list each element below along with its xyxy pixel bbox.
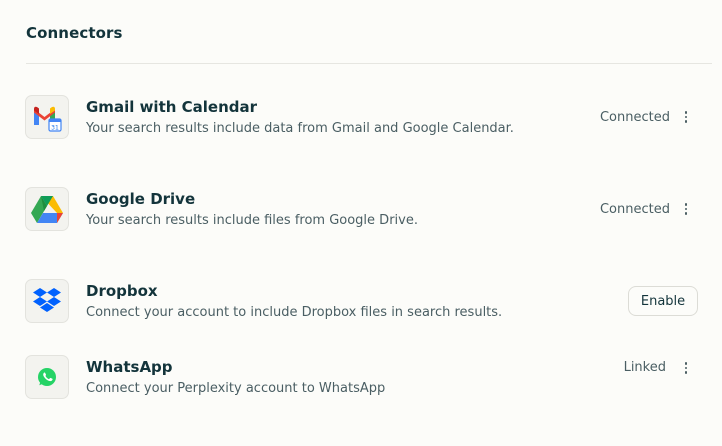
connector-row-gmail: 31 Gmail with Calendar Your search resul… bbox=[25, 95, 698, 155]
status-label: Linked bbox=[623, 360, 666, 375]
connector-row-google-drive: Google Drive Your search results include… bbox=[25, 187, 698, 247]
google-drive-icon bbox=[25, 187, 69, 231]
whatsapp-icon bbox=[25, 355, 69, 399]
connector-row-dropbox: Dropbox Connect your account to include … bbox=[25, 279, 698, 339]
connector-name: Gmail with Calendar bbox=[86, 98, 258, 116]
gmail-calendar-icon: 31 bbox=[25, 95, 69, 139]
svg-text:31: 31 bbox=[51, 125, 59, 132]
more-options-icon[interactable] bbox=[679, 359, 693, 377]
enable-button[interactable]: Enable bbox=[628, 286, 698, 316]
connector-description: Your search results include files from G… bbox=[86, 213, 418, 228]
connector-description: Connect your account to include Dropbox … bbox=[86, 305, 503, 320]
connector-name: Google Drive bbox=[86, 190, 196, 208]
section-title: Connectors bbox=[26, 24, 123, 42]
connector-name: Dropbox bbox=[86, 282, 158, 300]
section-divider bbox=[26, 63, 712, 64]
more-options-icon[interactable] bbox=[679, 108, 693, 126]
connector-description: Connect your Perplexity account to Whats… bbox=[86, 381, 386, 396]
more-options-icon[interactable] bbox=[679, 200, 693, 218]
connector-row-whatsapp: WhatsApp Connect your Perplexity account… bbox=[25, 355, 698, 415]
status-label: Connected bbox=[599, 202, 670, 217]
status-label: Connected bbox=[599, 110, 670, 125]
dropbox-icon bbox=[25, 279, 69, 323]
connector-name: WhatsApp bbox=[86, 358, 173, 376]
connector-description: Your search results include data from Gm… bbox=[86, 121, 514, 136]
